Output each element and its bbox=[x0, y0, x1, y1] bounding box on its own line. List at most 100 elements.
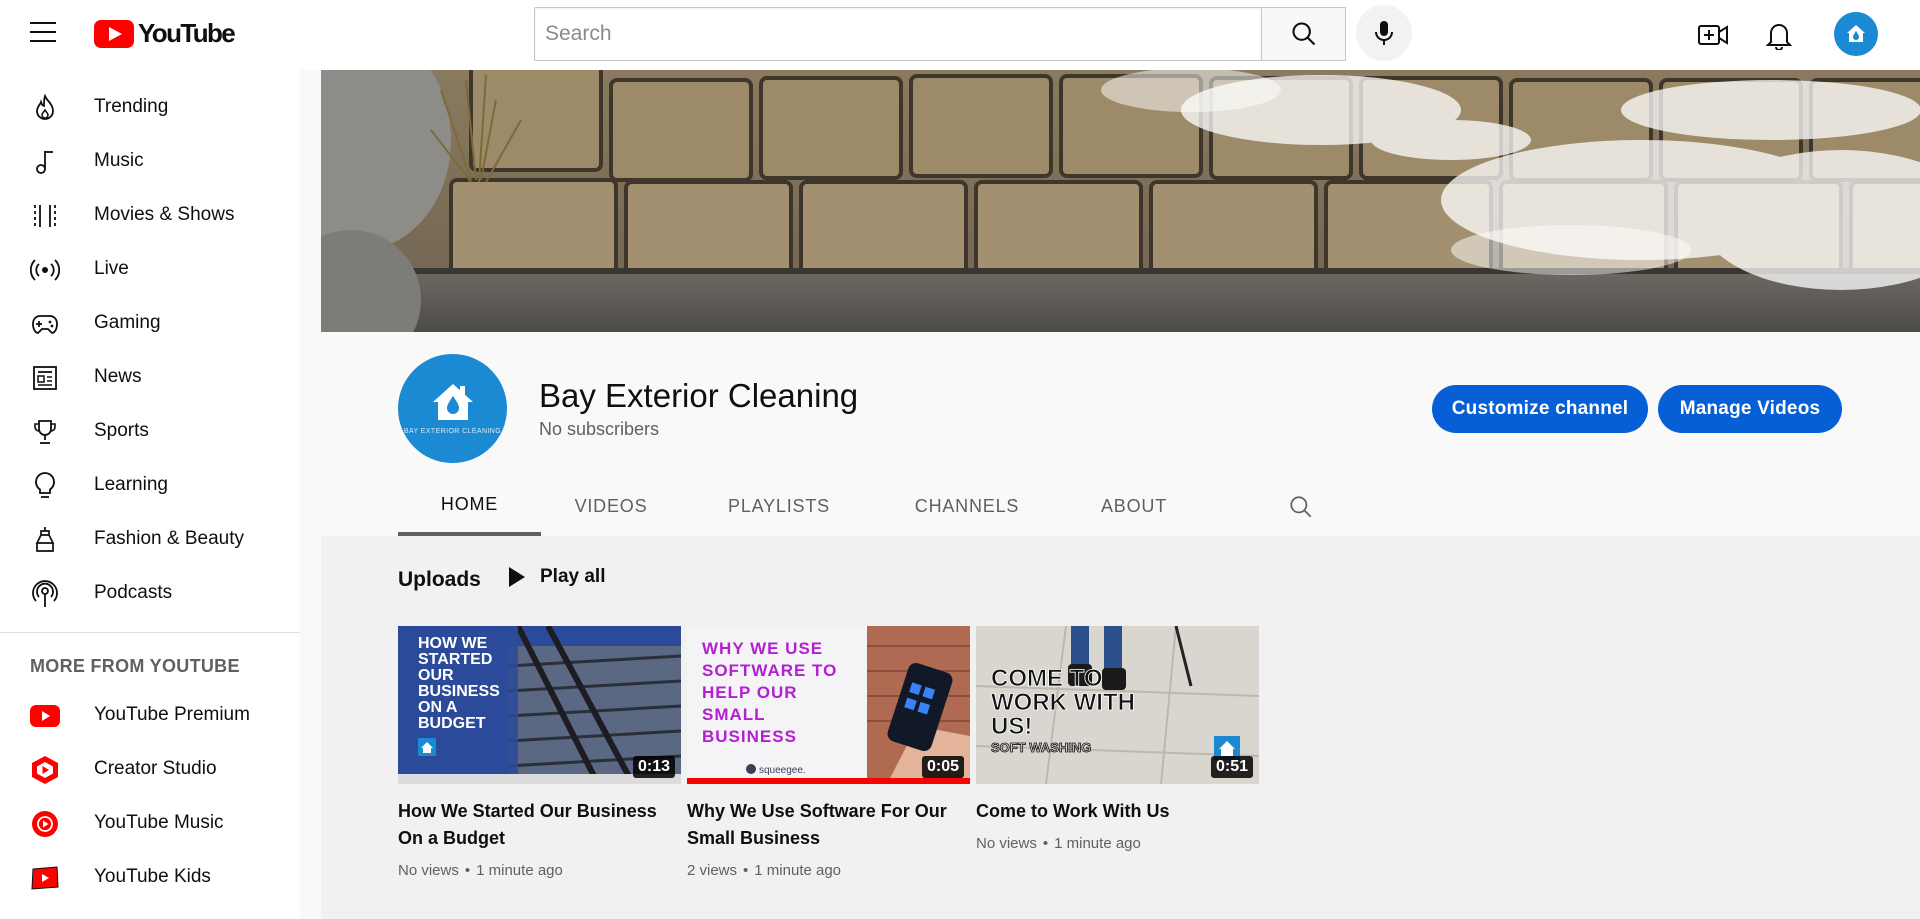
svg-text:SOFTWARE TO: SOFTWARE TO bbox=[702, 661, 837, 680]
play-all-button[interactable]: Play all bbox=[508, 566, 606, 588]
sidebar-item-podcasts[interactable]: Podcasts bbox=[0, 566, 300, 620]
sidebar: Trending Music Movies & Shows Live Gamin… bbox=[0, 70, 300, 919]
svg-text:SMALL: SMALL bbox=[702, 705, 766, 724]
create-video-button[interactable] bbox=[1696, 18, 1730, 52]
channel-title: Bay Exterior Cleaning bbox=[539, 377, 859, 414]
video-duration: 0:13 bbox=[632, 756, 675, 778]
microphone-icon bbox=[1375, 21, 1393, 45]
youtube-logo[interactable]: YouTube bbox=[94, 18, 236, 49]
sidebar-item-label: YouTube Premium bbox=[94, 704, 250, 725]
create-video-icon bbox=[1698, 25, 1728, 45]
avatar-caption: BAY EXTERIOR CLEANING bbox=[403, 428, 502, 435]
gaming-icon bbox=[30, 309, 60, 339]
soft-washing-text: SOFT WASHING bbox=[991, 740, 1091, 755]
sidebar-item-movies-shows[interactable]: Movies & Shows bbox=[0, 188, 300, 242]
sidebar-item-label: News bbox=[94, 366, 142, 387]
sidebar-item-youtube-kids[interactable]: YouTube Kids bbox=[0, 850, 300, 904]
video-thumbnail[interactable]: HOW WE STARTED OUR BUSINESS ON A BUDGET 0:1… bbox=[398, 626, 681, 784]
channel-avatar[interactable]: BAY EXTERIOR CLEANING bbox=[398, 354, 507, 463]
customize-channel-button[interactable]: Customize channel bbox=[1432, 385, 1648, 433]
video-age: 1 minute ago bbox=[476, 862, 563, 879]
youtube-premium-icon bbox=[30, 701, 60, 731]
channel-search-button[interactable] bbox=[1271, 477, 1331, 536]
sidebar-item-youtube-premium[interactable]: YouTube Premium bbox=[0, 688, 300, 742]
podcasts-icon bbox=[30, 579, 60, 609]
squeegee-brand-text: squeegee. bbox=[759, 765, 806, 776]
house-drop-icon bbox=[1847, 25, 1865, 42]
sidebar-item-live[interactable]: Live bbox=[0, 242, 300, 296]
video-meta: No views • 1 minute ago bbox=[976, 835, 1141, 852]
svg-text:ON A: ON A bbox=[418, 699, 458, 716]
sidebar-item-label: Gaming bbox=[94, 312, 161, 333]
uploads-heading[interactable]: Uploads bbox=[398, 568, 481, 592]
account-avatar[interactable] bbox=[1834, 12, 1878, 56]
video-title[interactable]: Why We Use Software For Our Small Busine… bbox=[687, 798, 970, 852]
sidebar-item-label: Sports bbox=[94, 420, 149, 441]
search-button[interactable] bbox=[1261, 7, 1346, 61]
video-views: No views bbox=[398, 862, 459, 879]
fashion-icon bbox=[30, 525, 60, 555]
house-drop-icon bbox=[432, 384, 473, 420]
sidebar-item-label: Learning bbox=[94, 474, 168, 495]
sidebar-item-label: Live bbox=[94, 258, 129, 279]
tab-home[interactable]: HOME bbox=[398, 477, 541, 536]
svg-text:OUR: OUR bbox=[418, 667, 454, 684]
video-card[interactable]: COME TO WORK WITH US! SOFT WASHING 0:51 Co… bbox=[976, 626, 1259, 852]
tab-playlists[interactable]: PLAYLISTS bbox=[681, 477, 877, 536]
svg-text:BUDGET: BUDGET bbox=[418, 715, 486, 732]
tab-channels[interactable]: CHANNELS bbox=[877, 477, 1057, 536]
video-meta: 2 views • 1 minute ago bbox=[687, 862, 842, 879]
sidebar-item-sports[interactable]: Sports bbox=[0, 404, 300, 458]
video-age: 1 minute ago bbox=[1054, 835, 1141, 852]
video-title[interactable]: How We Started Our Business On a Budget bbox=[398, 798, 681, 852]
play-all-label: Play all bbox=[540, 566, 606, 587]
sidebar-item-label: YouTube Music bbox=[94, 812, 224, 833]
video-card[interactable]: HOW WE STARTED OUR BUSINESS ON A BUDGET 0:1… bbox=[398, 626, 681, 879]
sidebar-item-news[interactable]: News bbox=[0, 350, 300, 404]
video-title[interactable]: Come to Work With Us bbox=[976, 798, 1259, 825]
svg-text:HOW WE: HOW WE bbox=[418, 635, 488, 652]
menu-icon[interactable] bbox=[30, 22, 56, 44]
sidebar-item-label: Music bbox=[94, 150, 144, 171]
video-thumbnail[interactable]: WHY WE USE SOFTWARE TO HELP OUR SMALL BUSI… bbox=[687, 626, 970, 784]
sidebar-item-fashion-beauty[interactable]: Fashion & Beauty bbox=[0, 512, 300, 566]
tab-about[interactable]: ABOUT bbox=[1057, 477, 1211, 536]
banner-paving-image bbox=[321, 70, 1920, 332]
creator-studio-icon bbox=[30, 755, 60, 785]
tab-videos[interactable]: VIDEOS bbox=[541, 477, 681, 536]
sidebar-item-label: Creator Studio bbox=[94, 758, 217, 779]
svg-text:BUSINESS: BUSINESS bbox=[418, 683, 500, 700]
sidebar-item-label: YouTube Kids bbox=[94, 866, 211, 887]
bell-icon bbox=[1765, 24, 1793, 50]
video-duration: 0:51 bbox=[1210, 756, 1253, 778]
sidebar-item-label: Podcasts bbox=[94, 582, 173, 603]
svg-text:STARTED: STARTED bbox=[418, 651, 492, 668]
svg-text:HELP OUR: HELP OUR bbox=[702, 683, 798, 702]
sidebar-item-learning[interactable]: Learning bbox=[0, 458, 300, 512]
manage-videos-button[interactable]: Manage Videos bbox=[1658, 385, 1842, 433]
sidebar-item-creator-studio[interactable]: Creator Studio bbox=[0, 742, 300, 796]
search-icon bbox=[1291, 22, 1315, 46]
search-icon bbox=[1290, 495, 1312, 517]
music-icon bbox=[30, 147, 60, 177]
video-views: 2 views bbox=[687, 862, 738, 879]
home-content: Uploads Play all HOW WE STARTED OUR BUSI… bbox=[321, 536, 1920, 919]
video-card[interactable]: WHY WE USE SOFTWARE TO HELP OUR SMALL BUSI… bbox=[687, 626, 970, 879]
video-meta: No views • 1 minute ago bbox=[398, 862, 563, 879]
sidebar-item-gaming[interactable]: Gaming bbox=[0, 296, 300, 350]
sidebar-item-music[interactable]: Music bbox=[0, 134, 300, 188]
trending-icon bbox=[30, 93, 60, 123]
video-thumbnail[interactable]: COME TO WORK WITH US! SOFT WASHING 0:51 bbox=[976, 626, 1259, 784]
youtube-logo-text: YouTube bbox=[138, 18, 236, 48]
notifications-button[interactable] bbox=[1762, 18, 1796, 52]
svg-text:US!: US! bbox=[991, 713, 1032, 740]
sidebar-item-youtube-music[interactable]: YouTube Music bbox=[0, 796, 300, 850]
voice-search-button[interactable] bbox=[1356, 5, 1412, 61]
search-input[interactable] bbox=[534, 7, 1261, 61]
sidebar-item-label: Fashion & Beauty bbox=[94, 528, 244, 549]
live-icon bbox=[30, 255, 60, 285]
svg-text:BUSINESS: BUSINESS bbox=[702, 727, 797, 746]
more-from-youtube-heading: MORE FROM YOUTUBE bbox=[30, 656, 240, 676]
sidebar-item-trending[interactable]: Trending bbox=[0, 80, 300, 134]
channel-banner bbox=[321, 70, 1920, 332]
